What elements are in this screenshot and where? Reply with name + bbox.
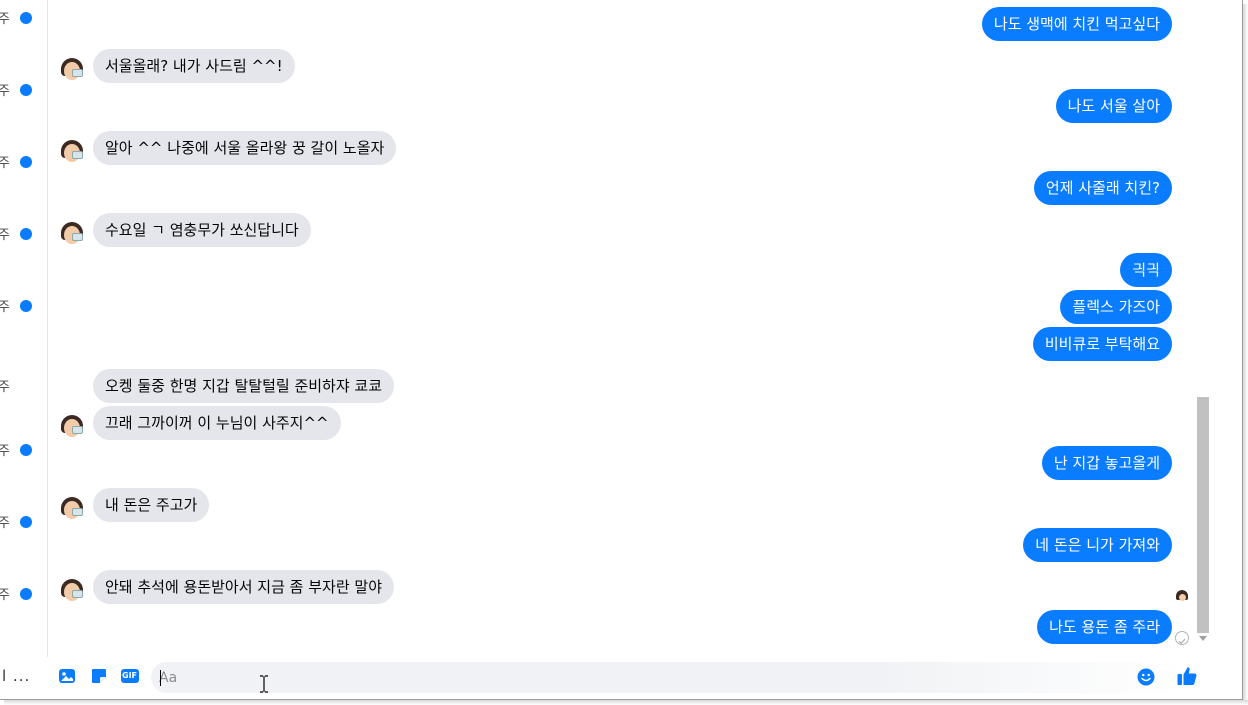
thumbs-up-icon[interactable] bbox=[1176, 665, 1198, 687]
message-input-container[interactable] bbox=[151, 662, 1183, 693]
unread-dot bbox=[20, 228, 32, 240]
delivered-check-icon bbox=[1175, 631, 1189, 645]
message-bubble-outgoing[interactable]: 나도 생맥에 치킨 먹고싶다 bbox=[981, 7, 1172, 41]
window-shadow bbox=[4, 700, 1248, 705]
conversation-name-fragment: 주 bbox=[0, 156, 10, 171]
contact-avatar[interactable] bbox=[59, 221, 85, 247]
conversation-item[interactable]: 주 bbox=[0, 376, 48, 396]
window-shadow bbox=[1243, 4, 1248, 705]
conversation-item[interactable]: 주 bbox=[0, 8, 48, 28]
unread-dot bbox=[20, 444, 32, 456]
contact-avatar[interactable] bbox=[59, 57, 85, 83]
conversation-name-fragment: 주 bbox=[0, 228, 10, 243]
conversation-item[interactable]: 주 bbox=[0, 152, 48, 172]
message-input[interactable] bbox=[159, 662, 1119, 693]
image-icon[interactable] bbox=[57, 666, 77, 686]
message-bubble-outgoing[interactable]: 긕긕 bbox=[1120, 253, 1172, 287]
message-bubble-incoming[interactable]: 서울올래? 내가 사드림 ^^! bbox=[93, 49, 295, 83]
thread-scrollbar[interactable] bbox=[1196, 0, 1211, 657]
conversation-item[interactable]: 주 bbox=[0, 584, 48, 604]
messenger-window: 주 주 주 주 주 주 주 주 주 l ... 나도 생맥에 치킨 먹고싶다 서… bbox=[0, 0, 1243, 700]
unread-dot bbox=[20, 84, 32, 96]
unread-dot bbox=[20, 588, 32, 600]
mouse-ibeam-cursor bbox=[259, 675, 269, 693]
conversation-name-fragment: 주 bbox=[0, 588, 10, 603]
account-menu-label: l ... bbox=[2, 667, 31, 685]
message-composer: GIF bbox=[49, 657, 1211, 700]
sticker-icon[interactable] bbox=[89, 666, 109, 686]
conversation-name-fragment: 주 bbox=[0, 380, 10, 395]
contact-avatar[interactable] bbox=[59, 414, 85, 440]
contact-avatar[interactable] bbox=[59, 578, 85, 604]
scrollbar-thumb[interactable] bbox=[1197, 397, 1209, 633]
scroll-down-arrow-icon[interactable] bbox=[1199, 636, 1207, 641]
message-bubble-incoming[interactable]: 내 돈은 주고가 bbox=[93, 488, 210, 522]
unread-dot bbox=[20, 300, 32, 312]
message-bubble-incoming[interactable]: 수요일 ㄱ 염충무가 쏘신답니다 bbox=[93, 213, 311, 247]
text-caret bbox=[160, 670, 161, 686]
conversation-item[interactable]: 주 bbox=[0, 440, 48, 460]
message-bubble-incoming[interactable]: 오켕 둘중 한명 지갑 탈탈털릴 준비하쟈 쿄쿄 bbox=[93, 369, 395, 403]
conversation-name-fragment: 주 bbox=[0, 444, 10, 459]
message-bubble-incoming[interactable]: 알아 ^^ 나중에 서울 올라왕 꿍 갈이 노올자 bbox=[93, 131, 397, 165]
message-bubble-outgoing[interactable]: 네 돈은 니가 가져와 bbox=[1023, 528, 1172, 562]
message-bubble-outgoing[interactable]: 비비큐로 부탁해요 bbox=[1032, 327, 1172, 361]
seen-avatar bbox=[1175, 590, 1189, 604]
contact-avatar[interactable] bbox=[59, 139, 85, 165]
conversation-item[interactable]: 주 bbox=[0, 512, 48, 532]
message-bubble-outgoing[interactable]: 난 지갑 놓고올게 bbox=[1041, 446, 1172, 480]
unread-dot bbox=[20, 516, 32, 528]
emoji-icon[interactable] bbox=[1137, 668, 1155, 686]
message-bubble-outgoing[interactable]: 나도 서울 살아 bbox=[1055, 89, 1172, 123]
message-bubble-outgoing[interactable]: 나도 용돈 좀 주라 bbox=[1037, 610, 1172, 644]
conversation-name-fragment: 주 bbox=[0, 516, 10, 531]
gif-icon[interactable]: GIF bbox=[120, 666, 140, 686]
unread-dot bbox=[20, 12, 32, 24]
contact-avatar[interactable] bbox=[59, 496, 85, 522]
message-bubble-incoming[interactable]: 끄래 그까이꺼 이 누님이 사주지^^ bbox=[93, 406, 341, 440]
conversation-name-fragment: 주 bbox=[0, 12, 10, 27]
message-thread: 나도 생맥에 치킨 먹고싶다 서울올래? 내가 사드림 ^^! 나도 서울 살아… bbox=[49, 0, 1196, 657]
conversation-list: 주 주 주 주 주 주 주 주 주 bbox=[0, 0, 48, 657]
gif-label: GIF bbox=[122, 671, 138, 680]
account-menu[interactable]: l ... bbox=[0, 660, 48, 700]
conversation-name-fragment: 주 bbox=[0, 300, 10, 315]
conversation-name-fragment: 주 bbox=[0, 84, 10, 99]
unread-dot bbox=[20, 156, 32, 168]
conversation-item[interactable]: 주 bbox=[0, 224, 48, 244]
conversation-item[interactable]: 주 bbox=[0, 296, 48, 316]
message-bubble-outgoing[interactable]: 플렉스 가즈아 bbox=[1060, 290, 1172, 324]
conversation-item[interactable]: 주 bbox=[0, 80, 48, 100]
message-bubble-outgoing[interactable]: 언제 사줄래 치킨? bbox=[1033, 171, 1172, 205]
message-bubble-incoming[interactable]: 안돼 추석에 용돈받아서 지금 좀 부자란 말야 bbox=[93, 570, 395, 604]
